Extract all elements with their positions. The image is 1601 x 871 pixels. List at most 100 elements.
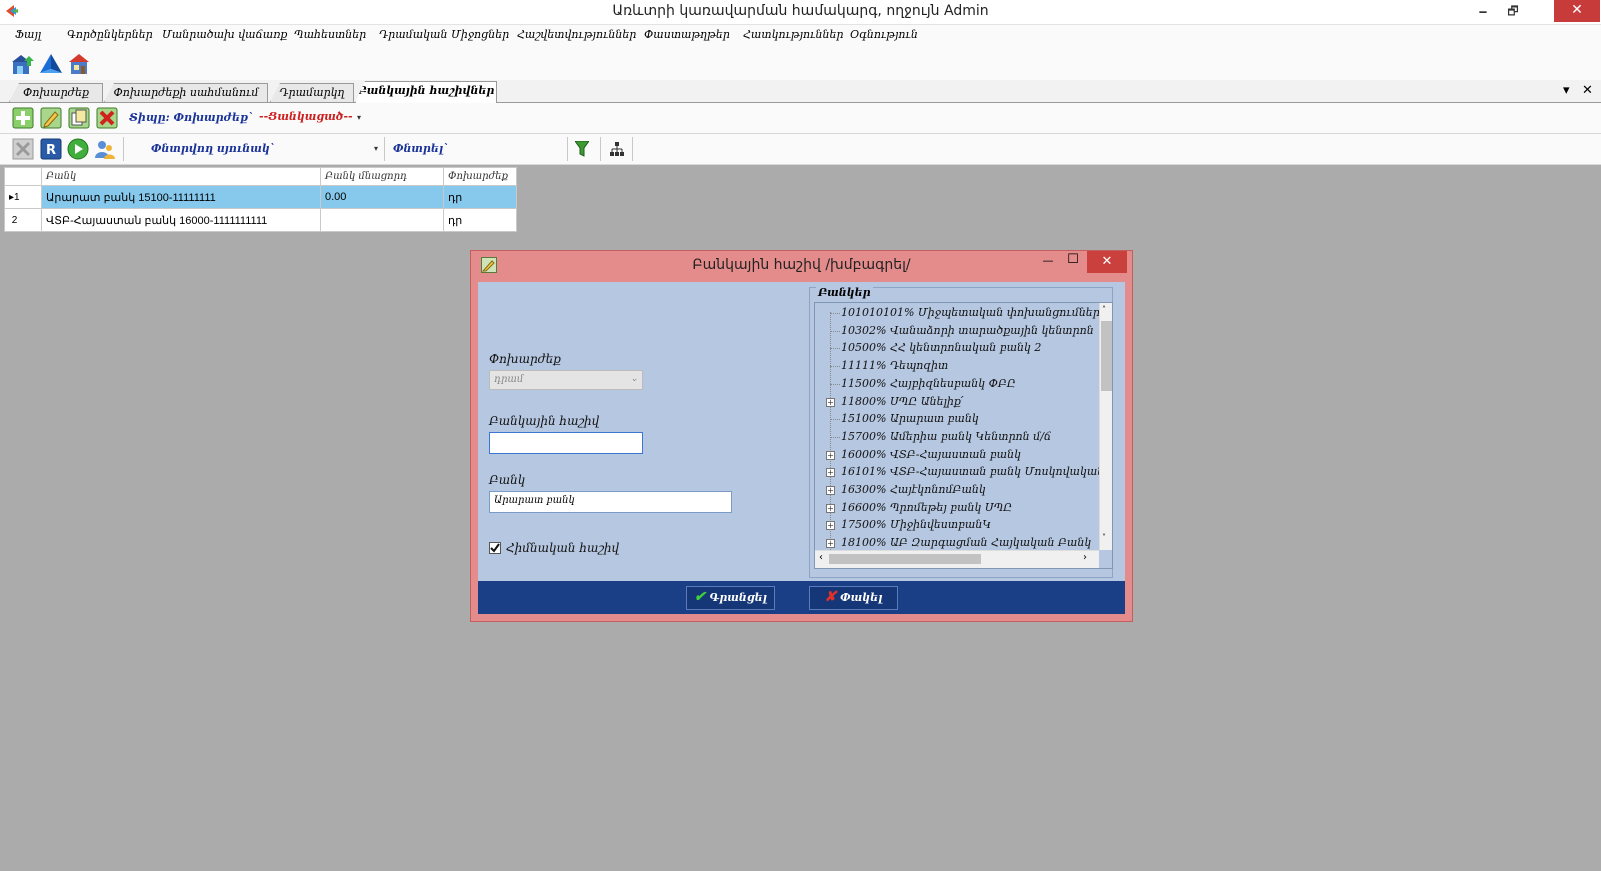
column-header-balance[interactable]: Բանկ մնացորդ — [320, 167, 444, 186]
row-header[interactable]: ▸1 — [4, 185, 42, 209]
scroll-thumb[interactable] — [1101, 321, 1112, 391]
table-row[interactable]: 2 ՎՏԲ-Հայաստան բանկ 16000-1111111111 դր — [4, 208, 517, 232]
row-number: 1 — [14, 191, 20, 203]
expand-icon[interactable]: + — [826, 397, 835, 407]
dialog-close-button[interactable]: ✕ — [1087, 251, 1127, 273]
checkmark-icon — [490, 543, 500, 553]
tree-item[interactable]: +16600% Պրոմեթեյ բանկ ՍՊԸ — [815, 499, 1099, 517]
bank-accounts-grid: Բանկ Բանկ մնացորդ Փոխարժեք ▸1 Արարատ բան… — [4, 167, 517, 232]
banks-tree[interactable]: 101010101% Միջպետական փոխանցումներ 10302%… — [814, 302, 1113, 569]
tree-item[interactable]: 15100% Արարատ բանկ — [815, 410, 1099, 428]
type-filter-value[interactable]: --Ցանկացած-- — [259, 110, 353, 123]
window-title: Առևտրի կառավարման համակարգ, ողջույն Admi… — [612, 3, 989, 19]
expand-icon[interactable]: + — [826, 521, 835, 531]
tab-close-button[interactable]: ✕ — [1582, 83, 1593, 98]
column-header-bank[interactable]: Բանկ — [41, 167, 321, 186]
tree-item[interactable]: 10500% ՀՀ կենտրոնական բանկ 2 — [815, 339, 1099, 357]
dialog-maximize-button[interactable]: ☐ — [1063, 252, 1083, 272]
save-button[interactable]: ✔ Գրանցել — [686, 586, 775, 610]
edit-icon[interactable] — [40, 107, 62, 129]
menu-properties[interactable]: Հատկություններ — [743, 28, 843, 41]
warehouse-icon[interactable] — [11, 52, 35, 76]
tree-connector — [830, 313, 840, 314]
play-icon[interactable] — [67, 138, 89, 160]
cell-balance[interactable] — [320, 208, 444, 232]
main-account-checkbox[interactable] — [489, 542, 501, 554]
menu-warehouses[interactable]: Պահեստներ — [294, 28, 366, 41]
expand-icon[interactable]: + — [826, 539, 835, 549]
dialog-body: Փոխարժեք դրամ ⌄ Բանկային հաշիվ Բանկ Արար… — [478, 282, 1125, 581]
tree-item[interactable]: 11111% Դեպոզիտ — [815, 357, 1099, 375]
window-close-button[interactable]: ✕ — [1554, 0, 1600, 22]
menu-reports[interactable]: Հաշվետվություններ — [517, 28, 636, 41]
cell-bank[interactable]: ՎՏԲ-Հայաստան բանկ 16000-1111111111 — [41, 208, 321, 232]
bank-field[interactable]: Արարատ բանկ — [489, 491, 732, 513]
refresh-icon[interactable]: R — [40, 138, 62, 160]
dialog-title: Բանկային հաշիվ /խմբագրել/ — [692, 257, 911, 273]
tree-item[interactable]: +16000% ՎՏԲ-Հայաստան բանկ — [815, 446, 1099, 464]
pyramid-icon[interactable] — [39, 52, 63, 76]
cell-currency[interactable]: դր — [443, 185, 517, 209]
search-column-dropdown[interactable]: ▾ — [374, 144, 378, 153]
cancel-edit-icon[interactable] — [12, 138, 34, 160]
delete-icon[interactable] — [96, 107, 118, 129]
main-account-label: Հիմնական հաշիվ — [506, 541, 620, 555]
menu-partners[interactable]: Գործընկերներ — [67, 28, 153, 41]
menu-documents[interactable]: Փաստաթղթեր — [644, 28, 730, 41]
scroll-left-icon[interactable]: ‹ — [819, 552, 823, 563]
tab-exchange-rate[interactable]: Փոխարժեք — [9, 83, 103, 102]
scroll-up-icon[interactable]: ˄ — [1102, 305, 1106, 314]
cell-bank[interactable]: Արարատ բանկ 15100-11111111 — [41, 185, 321, 209]
expand-icon[interactable]: + — [826, 468, 835, 478]
tree-item-label: 16000% ՎՏԲ-Հայաստան բանկ — [841, 447, 1021, 461]
tab-cashbox[interactable]: Դրամարկղ — [270, 83, 354, 102]
cell-balance[interactable]: 0.00 — [320, 185, 444, 209]
tree-connector — [830, 366, 840, 368]
tree-horizontal-scrollbar[interactable]: ‹ › — [815, 550, 1099, 568]
tab-rate-setting[interactable]: Փոխարժեքի սահմանում — [104, 83, 268, 102]
scroll-down-icon[interactable]: ˅ — [1102, 533, 1106, 542]
table-row[interactable]: ▸1 Արարատ բանկ 15100-11111111 0.00 դր — [4, 185, 517, 209]
tree-item[interactable]: +11800% ՍՊԸ Անելիք՛ — [815, 393, 1099, 411]
tree-item-label: 11500% Հայբիզնեսբանկ ՓԲԸ — [841, 376, 1016, 390]
scroll-thumb[interactable] — [829, 554, 981, 564]
tree-item[interactable]: +17500% ՄիջինվեստբանԿ — [815, 516, 1099, 534]
hierarchy-icon[interactable] — [610, 142, 624, 156]
scroll-right-icon[interactable]: › — [1083, 552, 1087, 563]
tree-item-label: 11800% ՍՊԸ Անելիք՛ — [841, 394, 964, 408]
users-icon[interactable] — [94, 138, 116, 160]
search-input[interactable] — [451, 138, 569, 160]
restore-button[interactable]: 🗗 — [1498, 0, 1528, 22]
minimize-button[interactable]: 🗕 — [1468, 0, 1498, 22]
menu-retail[interactable]: Մանրածախ վաճառք — [162, 28, 287, 41]
tree-vertical-scrollbar[interactable]: ˄ ˅ — [1099, 303, 1112, 550]
tab-list-dropdown[interactable]: ▾ — [1563, 83, 1570, 98]
tree-item[interactable]: +16300% ՀայէկոնոմԲանկ — [815, 481, 1099, 499]
expand-icon[interactable]: + — [826, 486, 835, 495]
tree-item[interactable]: +16101% ՎՏԲ-Հայաստան բանկ Մոսկովականների — [815, 463, 1112, 481]
shop-icon[interactable] — [67, 52, 91, 76]
menu-funds[interactable]: Դրամական Միջոցներ — [379, 28, 509, 41]
filter-icon[interactable] — [575, 141, 589, 157]
close-button[interactable]: ✘ Փակել — [809, 586, 898, 610]
row-header[interactable]: 2 — [4, 208, 42, 232]
column-header-currency[interactable]: Փոխարժեք — [443, 167, 517, 186]
menu-file[interactable]: Ֆայլ — [15, 28, 41, 41]
tree-item[interactable]: 15700% Ամերիա բանկ Կենտրոն մ/ճ — [815, 428, 1099, 446]
add-icon[interactable] — [12, 107, 34, 129]
banks-group-label: Բանկեր — [816, 286, 873, 299]
account-number-input[interactable] — [489, 432, 643, 454]
toolbar-separator — [384, 137, 385, 161]
tree-item[interactable]: 11500% Հայբիզնեսբանկ ՓԲԸ — [815, 375, 1099, 393]
tree-item[interactable]: 101010101% Միջպետական փոխանցումներ — [815, 304, 1100, 322]
expand-icon[interactable]: + — [826, 450, 835, 460]
dialog-minimize-button[interactable]: — — [1038, 254, 1058, 274]
menu-help[interactable]: Օգնություն — [850, 28, 918, 41]
expand-icon[interactable]: + — [826, 503, 835, 513]
cell-currency[interactable]: դր — [443, 208, 517, 232]
close-icon: ✘ — [824, 589, 837, 605]
type-filter-dropdown[interactable]: ▾ — [357, 113, 361, 122]
copy-icon[interactable] — [68, 107, 90, 129]
tree-item[interactable]: 10302% Վանաձորի տարածքային կենտրոն — [815, 322, 1099, 340]
tab-bank-accounts[interactable]: Բանկային հաշիվներ — [355, 81, 497, 103]
